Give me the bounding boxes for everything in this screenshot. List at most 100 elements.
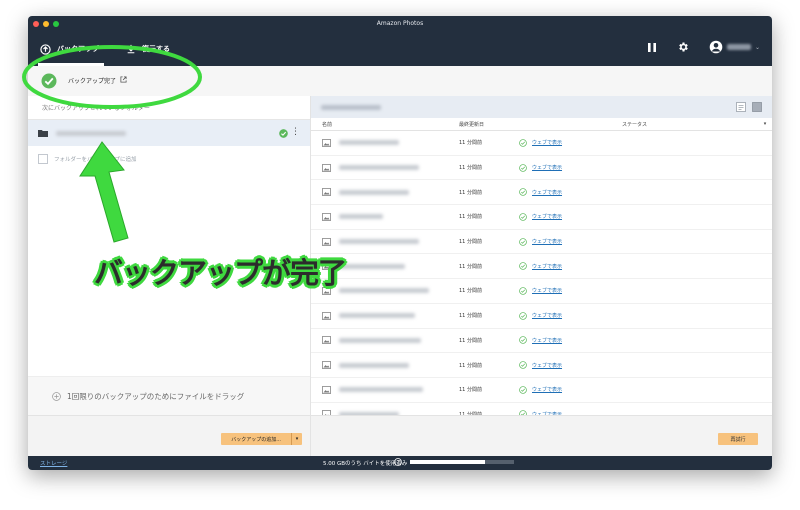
file-name-cell (311, 336, 451, 345)
modified-cell: 11 分間前 (459, 337, 482, 344)
backup-status-text: バックアップ完了 (68, 78, 117, 85)
file-name-cell (311, 163, 451, 172)
file-name-cell (311, 138, 451, 147)
folder-icon (38, 130, 48, 137)
status-cell: ウェブで表示 (511, 361, 562, 369)
folder-name-redacted (56, 130, 126, 136)
close-window-button[interactable] (33, 21, 39, 27)
status-footer: ストレージ 5.00 GBのうち バイトを使用済み ? (28, 456, 772, 470)
right-panel-footer: 再試行 (311, 415, 772, 456)
image-file-icon (322, 361, 331, 369)
table-row[interactable]: 11 分間前 ウェブで表示 (311, 180, 772, 206)
drag-drop-text: 1回限りのバックアップのためにファイルをドラッグ (67, 392, 245, 401)
folder-check-icon (279, 129, 288, 138)
view-on-web-link[interactable]: ウェブで表示 (532, 337, 562, 344)
file-name-cell (311, 237, 451, 246)
column-modified[interactable]: 最終更新日 (451, 121, 511, 128)
grid-view-icon[interactable] (752, 102, 762, 112)
minimize-window-button[interactable] (43, 21, 49, 27)
column-status[interactable]: ステータス (511, 121, 758, 128)
column-name[interactable]: 名前 (311, 121, 451, 128)
add-backup-button[interactable]: バックアップの追加... ▾ (221, 433, 302, 445)
view-on-web-link[interactable]: ウェブで表示 (532, 139, 562, 146)
gear-icon[interactable] (677, 41, 689, 53)
status-check-icon (519, 139, 527, 147)
file-name-cell (311, 311, 451, 320)
table-row[interactable]: 11 分間前 ウェブで表示 (311, 304, 772, 329)
table-row[interactable]: 11 分間前 ウェブで表示 (311, 230, 772, 255)
table-row[interactable]: 11 分間前 ウェブで表示 (311, 131, 772, 156)
add-backup-label: バックアップの追加... (231, 436, 281, 443)
folder-item[interactable]: ⋮ (28, 120, 310, 146)
more-options-icon[interactable]: ⋮ (291, 127, 300, 137)
status-check-icon (519, 311, 527, 320)
view-on-web-link[interactable]: ウェブで表示 (532, 312, 562, 319)
check-circle-icon (41, 73, 57, 89)
backup-tab-label: バックアップ (57, 45, 99, 53)
file-list: 11 分間前 ウェブで表示 11 分間前 ウェブで表示 11 分間前 ウェブで表示 11 分… (311, 131, 772, 452)
table-row[interactable]: 11 分間前 ウェブで表示 (311, 254, 772, 280)
folders-header: 次にバックアップされているフォルダー (28, 96, 310, 120)
view-on-web-link[interactable]: ウェブで表示 (532, 238, 562, 245)
image-file-icon (322, 311, 331, 320)
retry-button[interactable]: 再試行 (718, 433, 758, 445)
file-name-redacted (339, 189, 409, 195)
file-name-redacted (339, 214, 383, 220)
view-on-web-link[interactable]: ウェブで表示 (532, 362, 562, 369)
files-header (311, 96, 772, 118)
modified-cell: 11 分間前 (459, 214, 482, 221)
table-row[interactable]: 11 分間前 ウェブで表示 (311, 279, 772, 304)
add-folder-checkbox[interactable] (38, 154, 48, 164)
dropdown-chevron-icon[interactable]: ▾ (291, 433, 302, 445)
table-row[interactable]: 11 分間前 ウェブで表示 (311, 329, 772, 354)
download-tab[interactable]: 復元する (126, 39, 170, 59)
table-row[interactable]: 11 分間前 ウェブで表示 (311, 353, 772, 378)
modified-cell: 11 分間前 (459, 288, 482, 295)
view-on-web-link[interactable]: ウェブで表示 (532, 164, 562, 171)
table-row[interactable]: 11 分間前 ウェブで表示 (311, 205, 772, 230)
external-link-icon[interactable] (120, 76, 127, 83)
view-on-web-link[interactable]: ウェブで表示 (532, 287, 562, 294)
view-on-web-link[interactable]: ウェブで表示 (532, 263, 562, 270)
table-row[interactable]: 11 分間前 ウェブで表示 (311, 156, 772, 181)
file-name-redacted (339, 140, 399, 146)
sort-chevron-icon[interactable]: ▾ (758, 121, 772, 127)
download-tab-label: 復元する (142, 45, 170, 53)
file-name-cell (311, 212, 451, 221)
pause-icon[interactable] (647, 42, 657, 53)
zoom-window-button[interactable] (53, 21, 59, 27)
modified-cell: 11 分間前 (459, 313, 482, 320)
file-name-redacted (339, 288, 429, 294)
status-cell: ウェブで表示 (511, 237, 562, 246)
storage-meter (410, 460, 514, 464)
image-file-icon (322, 138, 331, 147)
drag-drop-area[interactable]: 1回限りのバックアップのためにファイルをドラッグ (28, 376, 310, 416)
modified-cell: 11 分間前 (459, 165, 482, 172)
modified-cell: 11 分間前 (459, 387, 482, 394)
modified-cell: 11 分間前 (459, 239, 482, 246)
file-view-icon[interactable] (736, 102, 746, 112)
table-header: 名前 最終更新日 ステータス ▾ (311, 118, 772, 131)
image-file-icon (322, 212, 331, 221)
storage-meter-fill (410, 460, 485, 464)
file-name-cell (311, 385, 451, 394)
main-toolbar: バックアップ 復元する ⌄ (28, 32, 772, 66)
window-controls (33, 21, 59, 27)
account-menu[interactable]: ⌄ (709, 40, 760, 54)
help-icon[interactable]: ? (394, 458, 402, 466)
add-folder-label: フォルダーをバックアップに追加 (54, 157, 137, 163)
backup-tab[interactable]: バックアップ (40, 39, 99, 59)
status-check-icon (519, 336, 527, 345)
status-cell: ウェブで表示 (511, 213, 562, 221)
image-file-icon (322, 237, 331, 246)
table-row[interactable]: 11 分間前 ウェブで表示 (311, 378, 772, 403)
app-window: Amazon Photos バックアップ 復元する ⌄ バックアップ完了 次にバ… (28, 16, 772, 470)
storage-link[interactable]: ストレージ (40, 459, 67, 467)
view-on-web-link[interactable]: ウェブで表示 (532, 386, 562, 393)
view-on-web-link[interactable]: ウェブで表示 (532, 189, 562, 196)
status-check-icon (519, 213, 527, 221)
add-folder-row[interactable]: フォルダーをバックアップに追加 (28, 146, 310, 172)
view-on-web-link[interactable]: ウェブで表示 (532, 213, 562, 220)
modified-cell: 11 分間前 (459, 140, 482, 147)
modified-cell: 11 分間前 (459, 189, 482, 196)
